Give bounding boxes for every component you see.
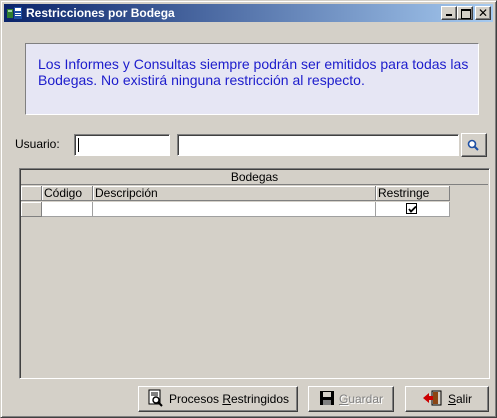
exit-door-icon: [422, 390, 444, 409]
cell-restringe[interactable]: [376, 202, 450, 217]
maximize-button[interactable]: [457, 6, 473, 20]
document-search-icon: [147, 389, 165, 410]
user-code-input[interactable]: [74, 134, 170, 156]
guardar-button[interactable]: Guardar: [308, 386, 394, 412]
main-window: Restricciones por Bodega ✕ Los Informes …: [0, 0, 497, 418]
salir-button[interactable]: Salir: [405, 386, 489, 412]
column-header-descripcion[interactable]: Descripción: [93, 186, 376, 201]
close-icon: ✕: [477, 6, 489, 20]
save-disk-icon: [319, 390, 335, 409]
procesos-label: Procesos Restringidos: [168, 392, 290, 406]
title-bar[interactable]: Restricciones por Bodega ✕: [4, 4, 493, 22]
bodegas-grid[interactable]: Bodegas Código Descripción Restringe: [19, 168, 490, 379]
search-user-button[interactable]: [461, 133, 487, 157]
cell-codigo[interactable]: [42, 202, 93, 217]
header-selector[interactable]: [21, 186, 42, 201]
guardar-label: Guardar: [338, 392, 384, 406]
row-selector[interactable]: [21, 202, 42, 217]
procesos-restringidos-button[interactable]: Procesos Restringidos: [138, 386, 298, 412]
column-header-restringe[interactable]: Restringe: [376, 186, 450, 201]
checkmark-icon: [408, 205, 417, 213]
search-icon: [467, 139, 479, 151]
user-label: Usuario:: [15, 137, 60, 151]
info-panel: Los Informes y Consultas siempre podrán …: [25, 43, 479, 115]
window-title: Restricciones por Bodega: [26, 6, 175, 20]
minimize-button[interactable]: [441, 6, 457, 20]
user-description-input[interactable]: [177, 134, 459, 156]
close-button[interactable]: ✕: [475, 6, 491, 20]
column-header-codigo[interactable]: Código: [42, 186, 93, 201]
salir-label: Salir: [447, 392, 473, 406]
info-message: Los Informes y Consultas siempre podrán …: [38, 56, 469, 88]
window-controls: ✕: [441, 6, 491, 20]
warehouse-app-icon: [7, 6, 23, 20]
restringe-checkbox[interactable]: [406, 203, 417, 214]
grid-caption: Bodegas: [21, 170, 488, 185]
cell-descripcion[interactable]: [93, 202, 376, 217]
text-cursor: [78, 138, 79, 152]
